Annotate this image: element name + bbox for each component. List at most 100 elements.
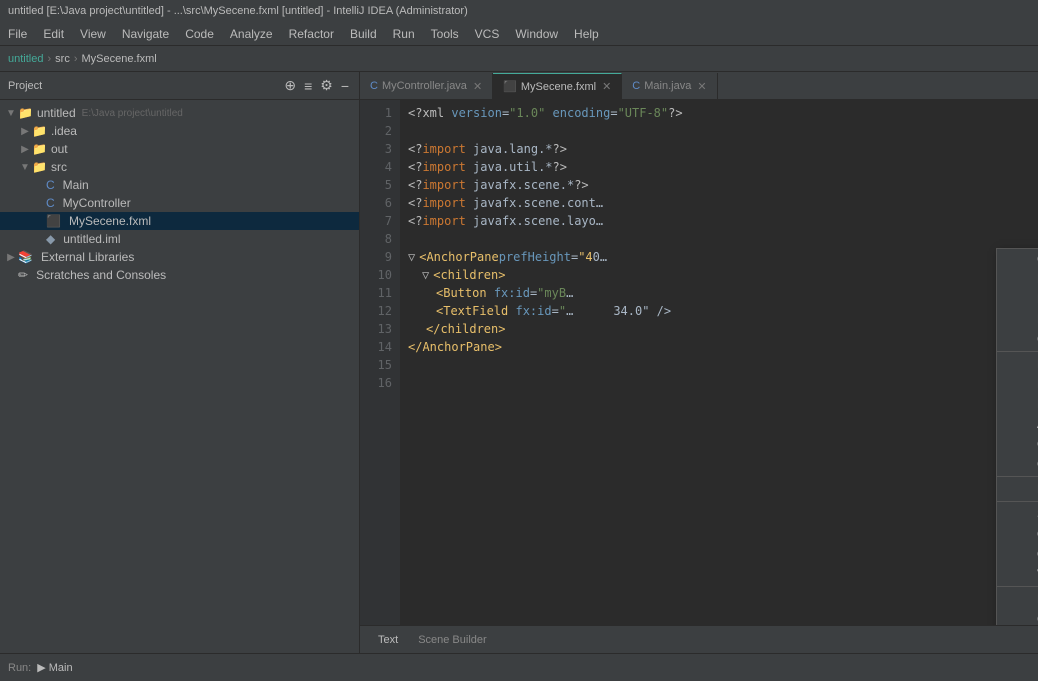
tree-item-idea[interactable]: ▶ 📁 .idea bbox=[0, 122, 359, 140]
sidebar-settings-btn[interactable]: ⚙ bbox=[318, 75, 335, 96]
menu-vcs[interactable]: VCS bbox=[467, 25, 508, 43]
tree-item-ext-libraries[interactable]: ▶ 📚 External Libraries bbox=[0, 248, 359, 266]
title-text: untitled [E:\Java project\untitled] - ..… bbox=[8, 5, 468, 17]
bottom-tab-scene-builder[interactable]: Scene Builder bbox=[408, 632, 497, 648]
tab-close-main[interactable]: ✕ bbox=[697, 80, 706, 93]
menu-edit[interactable]: Edit bbox=[35, 25, 72, 43]
line-numbers: 1 2 3 4 5 6 7 8 9 10 11 12 13 14 15 16 bbox=[360, 100, 400, 625]
menu-run[interactable]: Run bbox=[385, 25, 423, 43]
cm-sep-3 bbox=[997, 501, 1038, 502]
cm-compare-clipboard[interactable]: Compare with Clipboard bbox=[997, 609, 1038, 625]
code-line-12: <TextField fx:id="…34.0" /> bbox=[408, 302, 1030, 320]
tree-item-src[interactable]: ▼ 📁 src bbox=[0, 158, 359, 176]
tree-item-main[interactable]: C Main bbox=[0, 176, 359, 194]
menu-bar: File Edit View Navigate Code Analyze Ref… bbox=[0, 22, 1038, 46]
tree-label-myscene: MySecene.fxml bbox=[69, 214, 151, 228]
tree-label-src: src bbox=[51, 160, 67, 174]
folder-icon-idea: 📁 bbox=[32, 124, 47, 138]
cm-recompile[interactable]: Recompile 'MySecene.fxml' Ctrl+Shift+F9 bbox=[997, 479, 1038, 499]
sidebar-actions: ⊕ ≡ ⚙ − bbox=[282, 75, 351, 96]
code-line-6: <?import javafx.scene.cont… bbox=[408, 194, 1030, 212]
code-line-7: <?import javafx.scene.layo… bbox=[408, 212, 1030, 230]
code-line-3: <?import java.lang.*?> bbox=[408, 140, 1030, 158]
scratches-icon: ✏ bbox=[18, 268, 28, 282]
tree-label-main: Main bbox=[63, 178, 89, 192]
menu-code[interactable]: Code bbox=[177, 25, 222, 43]
tab-label-main: Main.java bbox=[644, 80, 691, 92]
tab-icon-main: C bbox=[632, 80, 640, 92]
tree-item-untitled[interactable]: ▼ 📁 untitled E:\Java project\untitled bbox=[0, 104, 359, 122]
tree-item-scratches[interactable]: ✏ Scratches and Consoles bbox=[0, 266, 359, 284]
tab-myscene[interactable]: ⬛ MySecene.fxml ✕ bbox=[493, 73, 622, 99]
tree-item-myscene[interactable]: ⬛ MySecene.fxml bbox=[0, 212, 359, 230]
menu-analyze[interactable]: Analyze bbox=[222, 25, 281, 43]
breadcrumb-src[interactable]: src bbox=[55, 53, 70, 65]
run-bar-label: Run: bbox=[8, 662, 31, 674]
menu-refactor[interactable]: Refactor bbox=[281, 25, 342, 43]
editor-bottom-tabs: Text Scene Builder bbox=[360, 625, 1038, 653]
tab-label-myscene: MySecene.fxml bbox=[521, 81, 596, 93]
breadcrumb-file[interactable]: MySecene.fxml bbox=[82, 53, 157, 65]
java-icon-main: C bbox=[46, 178, 55, 192]
ext-libraries-icon: 📚 bbox=[18, 250, 33, 264]
code-area: 1 2 3 4 5 6 7 8 9 10 11 12 13 14 15 16 <… bbox=[360, 100, 1038, 625]
sidebar-close-btn[interactable]: − bbox=[339, 75, 351, 96]
tree-arrow-idea: ▶ bbox=[18, 126, 32, 137]
cm-paste-no-format[interactable]: Paste without Formatting Ctrl+Alt+Shift+… bbox=[997, 309, 1038, 329]
menu-tools[interactable]: Tools bbox=[423, 25, 467, 43]
code-line-14: </AnchorPane> bbox=[408, 338, 1030, 356]
cm-show-explorer[interactable]: Show in Explorer bbox=[997, 504, 1038, 524]
tab-icon-myscene: ⬛ bbox=[503, 80, 517, 93]
cm-analyze[interactable]: Analyze › bbox=[997, 414, 1038, 434]
cm-find-usages[interactable]: Find Usages Alt+F7 bbox=[997, 354, 1038, 374]
code-line-11: <Button fx:id="myB… bbox=[408, 284, 1030, 302]
cm-generate[interactable]: Generate... Alt+Insert bbox=[997, 454, 1038, 474]
sidebar-title: Project bbox=[8, 80, 282, 92]
code-line-2 bbox=[408, 122, 1030, 140]
tree-arrow-ext: ▶ bbox=[4, 252, 18, 263]
cm-validate[interactable]: Validate bbox=[997, 564, 1038, 584]
run-bar: Run: ▶ Main bbox=[0, 653, 1038, 681]
editor-tabs: C MyController.java ✕ ⬛ MySecene.fxml ✕ … bbox=[360, 72, 1038, 100]
editor-panel: C MyController.java ✕ ⬛ MySecene.fxml ✕ … bbox=[360, 72, 1038, 653]
menu-build[interactable]: Build bbox=[342, 25, 385, 43]
tree-item-out[interactable]: ▶ 📁 out bbox=[0, 140, 359, 158]
cm-folding[interactable]: Folding › bbox=[997, 394, 1038, 414]
cm-paste[interactable]: Paste Ctrl+V bbox=[997, 269, 1038, 289]
menu-window[interactable]: Window bbox=[507, 25, 566, 43]
cm-sep-1 bbox=[997, 351, 1038, 352]
cm-copy-reference[interactable]: Copy Reference Ctrl+Alt+Shift+C bbox=[997, 249, 1038, 269]
code-line-15 bbox=[408, 356, 1030, 374]
breadcrumb: untitled › src › MySecene.fxml bbox=[0, 46, 1038, 72]
tab-icon-mycontroller: C bbox=[370, 80, 378, 92]
folder-icon-src: 📁 bbox=[32, 160, 47, 174]
tree-arrow-out: ▶ bbox=[18, 144, 32, 155]
sidebar-header: Project ⊕ ≡ ⚙ − bbox=[0, 72, 359, 100]
cm-open-terminal[interactable]: Open in Terminal bbox=[997, 524, 1038, 544]
tab-main[interactable]: C Main.java ✕ bbox=[622, 73, 717, 99]
tab-close-mycontroller[interactable]: ✕ bbox=[473, 80, 482, 93]
tab-close-myscene[interactable]: ✕ bbox=[602, 80, 611, 93]
cm-goto[interactable]: Go To › bbox=[997, 434, 1038, 454]
sidebar-locate-btn[interactable]: ⊕ bbox=[282, 75, 298, 96]
title-bar: untitled [E:\Java project\untitled] - ..… bbox=[0, 0, 1038, 22]
cm-open-browser[interactable]: Open in Browser › bbox=[997, 544, 1038, 564]
project-tree: ▼ 📁 untitled E:\Java project\untitled ▶ … bbox=[0, 100, 359, 288]
menu-file[interactable]: File bbox=[0, 25, 35, 43]
code-content[interactable]: <?xml version="1.0" encoding="UTF-8"?> <… bbox=[400, 100, 1038, 625]
tab-mycontroller[interactable]: C MyController.java ✕ bbox=[360, 73, 493, 99]
menu-help[interactable]: Help bbox=[566, 25, 607, 43]
breadcrumb-untitled[interactable]: untitled bbox=[8, 53, 43, 65]
menu-view[interactable]: View bbox=[72, 25, 114, 43]
cm-column-selection[interactable]: Column Selection Mode Alt+Shift+Insert bbox=[997, 329, 1038, 349]
tree-item-iml[interactable]: ◆ untitled.iml bbox=[0, 230, 359, 248]
sidebar-collapse-btn[interactable]: ≡ bbox=[302, 75, 314, 96]
code-line-9: ▽<AnchorPane prefHeight="40… bbox=[408, 248, 1030, 266]
cm-local-history[interactable]: Local History › bbox=[997, 589, 1038, 609]
bottom-tab-text[interactable]: Text bbox=[368, 632, 408, 648]
cm-paste-history[interactable]: Paste from History... Ctrl+Shift+V bbox=[997, 289, 1038, 309]
code-line-13: </children> bbox=[408, 320, 1030, 338]
menu-navigate[interactable]: Navigate bbox=[114, 25, 177, 43]
tree-item-mycontroller[interactable]: C MyController bbox=[0, 194, 359, 212]
cm-refactor[interactable]: Refactor › bbox=[997, 374, 1038, 394]
